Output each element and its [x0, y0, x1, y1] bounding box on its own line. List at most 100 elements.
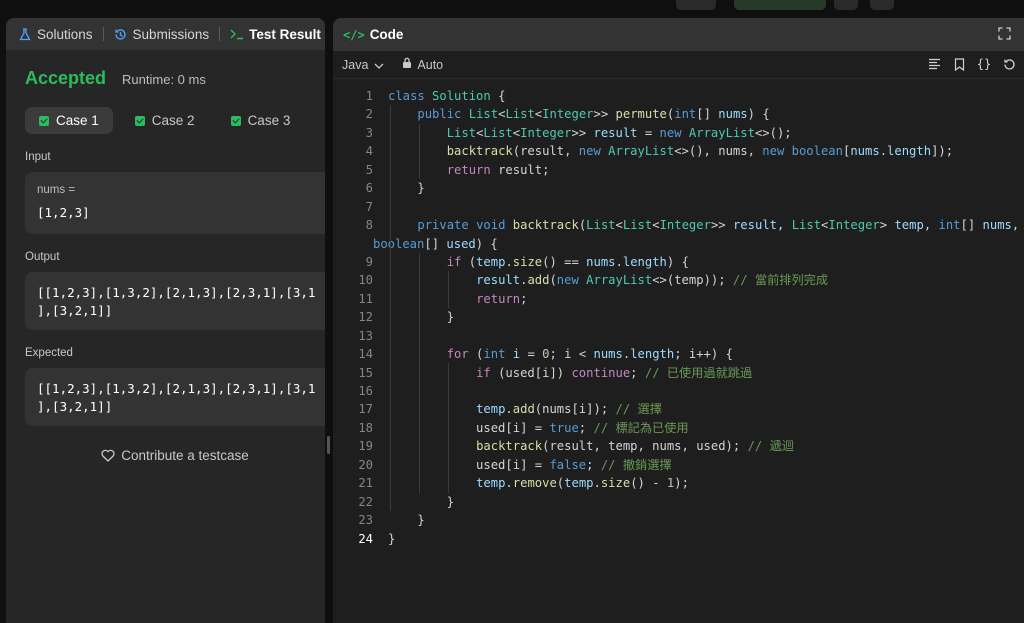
braces-icon[interactable]: {}	[977, 57, 991, 71]
chevron-down-icon	[374, 58, 384, 72]
code-text: return;	[476, 291, 528, 306]
check-icon	[134, 115, 145, 126]
code-editor[interactable]: 1 class Solution { 2 public List<List<Int…	[333, 79, 1024, 548]
format-icon[interactable]	[927, 57, 941, 71]
code-line: 24}	[333, 530, 1024, 548]
code-line: 19 backtrack(result, temp, nums, used); …	[333, 437, 1024, 455]
line-number: 2	[365, 107, 373, 122]
case-tab-2[interactable]: Case 2	[121, 107, 209, 134]
line-number: 10	[358, 273, 373, 288]
line-number: 11	[358, 291, 373, 306]
code-line: 18 used[i] = true; // 標記為已使用	[333, 419, 1024, 437]
code-panel: </> Code Java Auto {} 1 class Solution {…	[333, 18, 1024, 623]
editor-toolbar: Java Auto	[333, 51, 1024, 79]
line-number: 21	[358, 476, 373, 491]
code-line: 14 for (int i = 0; i < nums.length; i++)…	[333, 345, 1024, 363]
code-line: 20 used[i] = false; // 撤銷選擇	[333, 456, 1024, 474]
runtime-text: Runtime: 0 ms	[122, 72, 206, 87]
tab-solutions[interactable]: Solutions	[14, 27, 97, 42]
case-tab-1[interactable]: Case 1	[25, 107, 113, 134]
code-text: used[i] = true; // 標記為已使用	[388, 420, 689, 435]
indent-guide	[390, 105, 391, 511]
line-number: 7	[365, 199, 373, 214]
tab-solutions-label: Solutions	[37, 26, 93, 42]
expand-icon[interactable]	[998, 27, 1011, 40]
code-text: }	[388, 181, 425, 196]
input-value: [1,2,3]	[37, 205, 90, 220]
panel-resize-handle[interactable]	[327, 436, 330, 454]
code-text: used[i] = false; // 撤銷選擇	[388, 457, 672, 472]
line-number: 24	[358, 531, 373, 546]
case-tabs: Case 1 Case 2 Case 3	[25, 107, 325, 134]
lock-icon	[402, 57, 412, 72]
tab-test-result-label: Test Result	[249, 26, 321, 42]
input-box: nums = [1,2,3]	[25, 172, 325, 234]
premium-button[interactable]	[870, 0, 894, 10]
code-text: backtrack(result, temp, nums, used); // …	[476, 439, 794, 454]
code-line: 13	[333, 327, 1024, 345]
left-tab-bar: Solutions Submissions Test Result	[6, 18, 325, 50]
check-icon	[39, 115, 49, 126]
line-number: 14	[358, 347, 373, 362]
code-line: 8 private void backtrack(List<List<Integ…	[333, 216, 1024, 234]
line-number: 3	[365, 125, 373, 140]
output-label: Output	[25, 251, 60, 263]
history-icon	[114, 27, 128, 41]
contribute-label: Contribute a testcase	[121, 448, 249, 463]
notes-button[interactable]	[834, 0, 858, 10]
reset-icon[interactable]	[1002, 57, 1016, 71]
code-text: }	[388, 513, 425, 528]
code-text: for (int i = 0; i < nums.length; i++) {	[446, 347, 733, 362]
code-line: 2 public List<List<Integer>> permute(int…	[333, 105, 1024, 123]
line-number: 15	[358, 365, 373, 380]
top-bar	[0, 0, 1024, 12]
tab-submissions[interactable]: Submissions	[110, 27, 214, 42]
line-number: 12	[358, 310, 373, 325]
line-number: 22	[358, 494, 373, 509]
tab-divider	[102, 27, 104, 41]
code-text: temp.add(nums[i]); // 選擇	[476, 402, 662, 417]
line-number: 6	[365, 181, 373, 196]
line-number: 20	[358, 457, 373, 472]
test-result-panel: Solutions Submissions Test Result Accept…	[6, 18, 325, 623]
bookmark-icon[interactable]	[952, 57, 966, 71]
expected-label: Expected	[25, 347, 73, 359]
code-line: 17 temp.add(nums[i]); // 選擇	[333, 400, 1024, 418]
top-toolbar-button[interactable]	[676, 0, 716, 10]
run-button[interactable]	[734, 0, 826, 10]
line-number: 8	[365, 218, 373, 233]
indent-guide	[419, 253, 420, 493]
heart-icon	[101, 449, 115, 463]
case-tab-3[interactable]: Case 3	[217, 107, 305, 134]
code-text: result.add(new ArrayList<>(temp)); // 當前…	[476, 273, 829, 288]
code-line: 23 }	[333, 511, 1024, 529]
code-line: 11 return;	[333, 290, 1024, 308]
code-text: class Solution {	[388, 89, 506, 103]
input-label: Input	[25, 151, 51, 163]
indent-guide	[448, 363, 449, 493]
case-tab-label: Case 1	[56, 113, 99, 128]
tab-submissions-label: Submissions	[132, 26, 210, 42]
language-select[interactable]: Java	[342, 58, 384, 72]
auto-mode[interactable]: Auto	[402, 57, 443, 72]
code-text: }	[388, 310, 455, 325]
code-text: if (temp.size() == nums.length) {	[446, 254, 689, 269]
line-number: 18	[358, 420, 373, 435]
code-line: 22 }	[333, 493, 1024, 511]
line-number: 5	[365, 162, 373, 177]
code-text: backtrack(result, new ArrayList<>(), num…	[446, 144, 954, 159]
tab-test-result[interactable]: Test Result	[226, 27, 325, 42]
status-accepted: Accepted	[25, 68, 107, 88]
code-text: boolean[] used) {	[373, 236, 498, 251]
indent-guide	[448, 271, 449, 308]
input-var: nums =	[37, 184, 76, 196]
code-text: if (used[i]) continue; // 已使用過就跳過	[476, 365, 753, 380]
contribute-testcase-button[interactable]: Contribute a testcase	[25, 448, 325, 463]
tab-divider	[219, 27, 221, 41]
code-text: private void backtrack(List<List<Integer…	[417, 218, 1020, 233]
code-text: List<List<Integer>> result = new ArrayLi…	[446, 125, 792, 140]
flask-icon	[18, 27, 32, 41]
code-text: temp.remove(temp.size() - 1);	[476, 476, 689, 491]
line-number: 19	[358, 439, 373, 454]
